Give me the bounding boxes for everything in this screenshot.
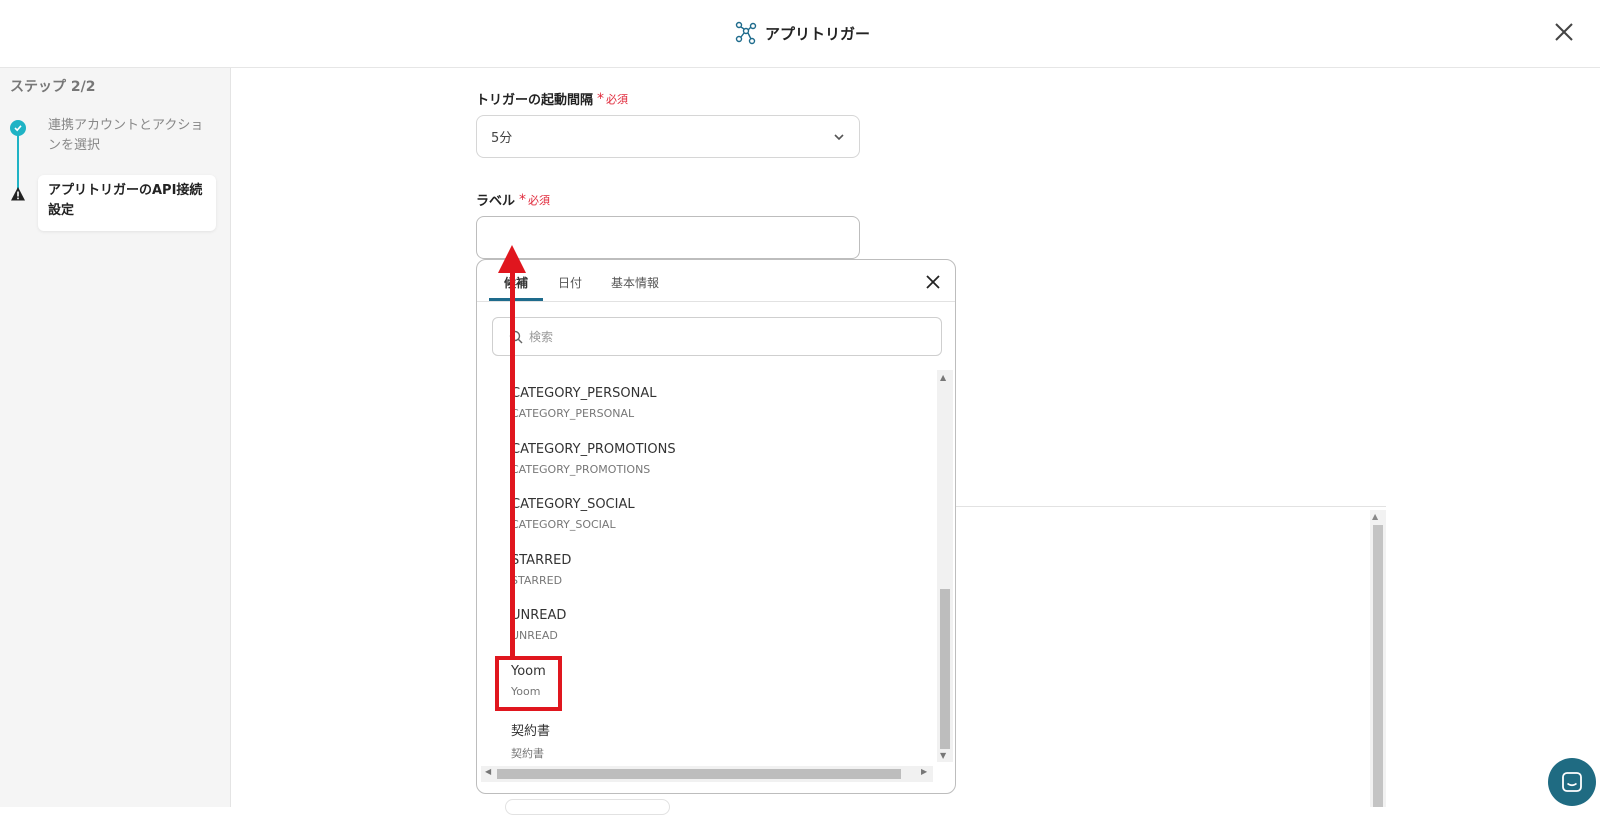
list-item-value: UNREAD xyxy=(511,629,558,642)
background-scrollbar-thumb[interactable] xyxy=(1373,525,1383,807)
scroll-down-arrow-icon[interactable]: ▼ xyxy=(940,751,946,760)
label-label-text: ラベル xyxy=(476,194,516,209)
list-item[interactable]: 契約書 契約書 xyxy=(511,720,550,761)
list-item-title: STARRED xyxy=(511,553,572,568)
popup-close-button[interactable] xyxy=(924,273,942,291)
header-title-text: アプリトリガー xyxy=(765,24,871,43)
tab-candidates[interactable]: 候補 xyxy=(504,274,528,291)
scroll-left-arrow-icon[interactable]: ◀ xyxy=(485,767,491,776)
tab-basic-info[interactable]: 基本情報 xyxy=(611,274,659,291)
interval-select-value: 5分 xyxy=(491,131,513,146)
close-modal-button[interactable] xyxy=(1552,20,1576,44)
step-timeline xyxy=(17,128,19,190)
step-1-label[interactable]: 連携アカウントとアクションを選択 xyxy=(48,116,208,156)
tab-date[interactable]: 日付 xyxy=(558,274,582,291)
close-icon xyxy=(1555,23,1573,41)
close-icon xyxy=(926,275,940,289)
step-progress: ステップ 2/2 xyxy=(10,79,96,95)
list-item-title: CATEGORY_PROMOTIONS xyxy=(511,442,676,457)
step-2-card[interactable]: アプリトリガーのAPI接続設定 xyxy=(38,175,216,231)
scroll-up-arrow-icon[interactable]: ▲ xyxy=(940,373,946,382)
list-item-yoom[interactable]: Yoom Yoom xyxy=(511,664,546,698)
interval-label-text: トリガーの起動間隔 xyxy=(476,93,594,108)
active-tab-indicator xyxy=(489,298,543,301)
label-input[interactable] xyxy=(476,216,860,259)
search-icon xyxy=(509,330,523,343)
scroll-right-arrow-icon[interactable]: ▶ xyxy=(921,767,927,776)
list-vertical-scrollbar-thumb[interactable] xyxy=(940,589,950,749)
list-item-value: 契約書 xyxy=(511,747,544,760)
popup-tabs: 候補 日付 基本情報 xyxy=(477,260,955,302)
scroll-up-arrow-icon[interactable]: ▲ xyxy=(1372,512,1378,521)
list-item[interactable]: CATEGORY_PERSONAL CATEGORY_PERSONAL xyxy=(511,386,657,420)
chat-icon xyxy=(1562,772,1582,792)
list-item-title: 契約書 xyxy=(511,724,551,739)
steps-sidebar: ステップ 2/2 連携アカウントとアクションを選択 アプリトリガーのAPI接続設… xyxy=(0,68,231,807)
list-item-title: CATEGORY_PERSONAL xyxy=(511,386,657,401)
search-input[interactable]: 検索 xyxy=(492,317,942,356)
header-title: アプリトリガー xyxy=(735,20,870,46)
label-field-label: ラベル * 必須 xyxy=(476,190,551,210)
list-horizontal-scrollbar-thumb[interactable] xyxy=(497,769,901,779)
suggestion-popup: 候補 日付 基本情報 検索 CATEGORY_PERSONAL CATEGORY… xyxy=(476,259,956,794)
list-item[interactable]: CATEGORY_SOCIAL CATEGORY_SOCIAL xyxy=(511,497,635,531)
required-badge: * 必須 xyxy=(597,90,629,107)
list-item-value: CATEGORY_SOCIAL xyxy=(511,518,616,531)
list-item-value: CATEGORY_PROMOTIONS xyxy=(511,463,651,476)
chat-support-button[interactable] xyxy=(1548,758,1596,806)
list-item[interactable]: STARRED STARRED xyxy=(511,553,571,587)
list-item-value: CATEGORY_PERSONAL xyxy=(511,407,635,420)
background-panel xyxy=(940,506,1386,807)
interval-select[interactable]: 5分 xyxy=(476,115,860,158)
list-item-value: STARRED xyxy=(511,574,563,587)
list-item[interactable]: CATEGORY_PROMOTIONS CATEGORY_PROMOTIONS xyxy=(511,442,676,476)
required-badge: * 必須 xyxy=(519,191,551,208)
list-item-title: UNREAD xyxy=(511,608,567,623)
list-item-value: Yoom xyxy=(511,685,541,698)
app-header: アプリトリガー xyxy=(0,0,1600,68)
required-text: 必須 xyxy=(606,92,629,106)
trigger-network-icon xyxy=(735,21,757,45)
warning-icon xyxy=(11,187,25,201)
list-item[interactable]: UNREAD UNREAD xyxy=(511,608,566,642)
list-item-title: CATEGORY_SOCIAL xyxy=(511,497,635,512)
interval-field-label: トリガーの起動間隔 * 必須 xyxy=(476,89,629,109)
list-item-title: Yoom xyxy=(511,664,546,679)
bottom-partial-button[interactable] xyxy=(505,799,670,815)
search-placeholder: 検索 xyxy=(529,330,554,344)
required-text: 必須 xyxy=(528,193,551,207)
step-done-check-icon xyxy=(10,120,26,136)
chevron-down-icon xyxy=(834,133,844,140)
